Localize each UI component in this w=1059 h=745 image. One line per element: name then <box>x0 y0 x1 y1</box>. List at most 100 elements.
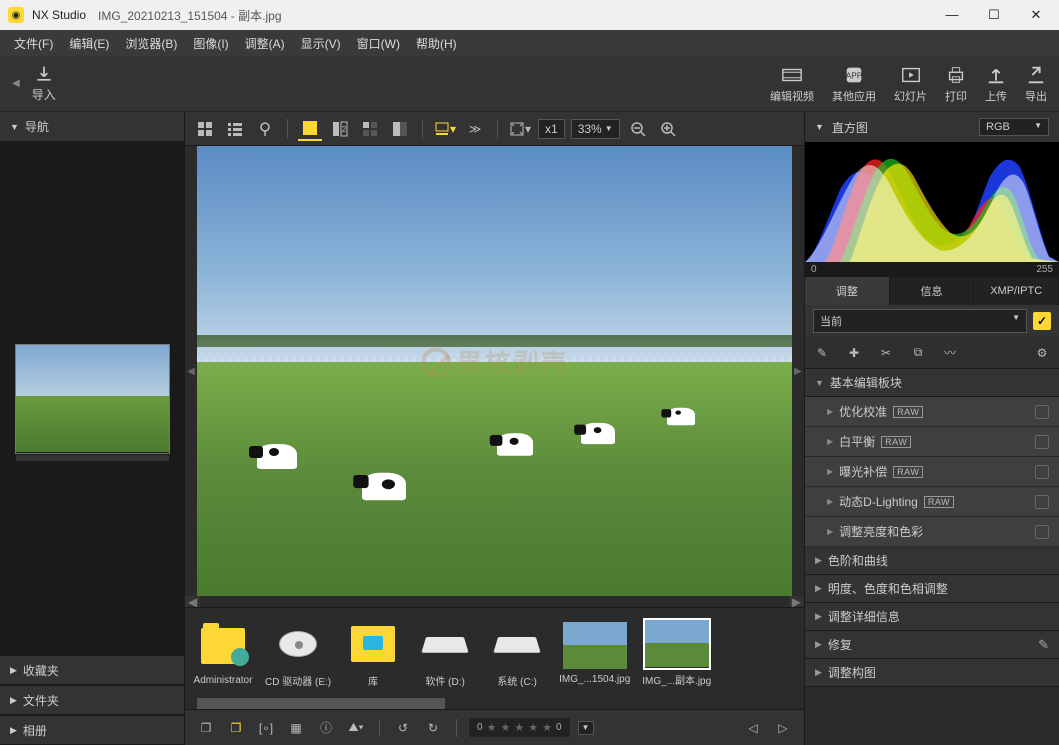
adj-checkbox[interactable] <box>1035 495 1049 509</box>
filmstrip-item[interactable]: 系统 (C:) <box>487 619 547 688</box>
next-image-icon[interactable]: ▷ <box>772 717 794 739</box>
filmstrip-scrollbar[interactable] <box>185 698 804 709</box>
export-button[interactable]: 导出 <box>1025 64 1047 104</box>
slideshow-button[interactable]: 幻灯片 <box>894 64 927 104</box>
tab-xmp[interactable]: XMP/IPTC <box>974 277 1059 305</box>
stack-back-icon[interactable]: ❐ <box>195 717 217 739</box>
other-app-button[interactable]: APP 其他应用 <box>832 64 876 104</box>
right-handle[interactable]: ▶ <box>792 146 804 596</box>
import-button[interactable]: 导入 <box>32 64 56 103</box>
preset-select[interactable]: 当前▼ <box>813 309 1027 333</box>
maximize-button[interactable]: ☐ <box>979 7 1009 23</box>
before-after-icon[interactable] <box>388 117 412 141</box>
tab-adjust[interactable]: 调整 <box>805 277 890 305</box>
menu-view[interactable]: 显示(V) <box>295 33 347 54</box>
filmstrip-item[interactable]: 库 <box>343 619 403 688</box>
star-icon[interactable]: ★ <box>514 721 524 734</box>
settings-gear-icon[interactable]: ⚙ <box>1033 344 1051 362</box>
navigator-scrollbar[interactable] <box>16 455 169 461</box>
filmstrip-item[interactable]: Administrator <box>193 621 253 686</box>
navigator[interactable] <box>0 142 184 655</box>
zoom-out-icon[interactable] <box>626 117 650 141</box>
albums-header[interactable]: ▶相册 <box>0 715 184 745</box>
left-collapse-icon[interactable]: ◀ <box>12 78 20 89</box>
close-button[interactable]: ✕ <box>1021 7 1051 23</box>
adj-checkbox[interactable] <box>1035 525 1049 539</box>
detail-header[interactable]: ▶调整详细信息 <box>805 603 1059 631</box>
adj-checkbox[interactable] <box>1035 435 1049 449</box>
menu-adjust[interactable]: 调整(A) <box>239 33 291 54</box>
nav-panel-header[interactable]: ▼ 导航 <box>0 112 184 142</box>
filmstrip-item[interactable]: IMG_...1504.jpg <box>559 622 630 685</box>
filmstrip-item[interactable]: CD 驱动器 (E:) <box>265 619 331 688</box>
single-view-icon[interactable] <box>298 117 322 141</box>
info-icon[interactable]: ⓘ <box>315 717 337 739</box>
upload-button[interactable]: 上传 <box>985 64 1007 104</box>
adj-exposure[interactable]: ▶曝光补偿RAW <box>805 457 1059 487</box>
zoom-in-icon[interactable] <box>656 117 680 141</box>
edit-icon[interactable]: ✎ <box>1038 637 1049 653</box>
compare-2-icon[interactable]: 2 <box>328 117 352 141</box>
menu-edit[interactable]: 编辑(E) <box>63 33 115 54</box>
favorites-header[interactable]: ▶收藏夹 <box>0 655 184 685</box>
menu-file[interactable]: 文件(F) <box>8 33 59 54</box>
more-view-icon[interactable]: ≫ <box>463 117 487 141</box>
image-h-scrollbar[interactable]: ◀▶ <box>185 596 804 607</box>
zoom-fit-select[interactable]: x1 <box>538 119 565 139</box>
histogram-header[interactable]: ▼ 直方图 RGB ▼ <box>805 112 1059 142</box>
filmstrip-item-selected[interactable]: IMG_...副本.jpg <box>642 620 711 687</box>
minimize-button[interactable]: ― <box>937 7 967 23</box>
curve-icon[interactable]: 〰 <box>941 344 959 362</box>
grid-overlay-icon[interactable]: ▦ <box>285 717 307 739</box>
filmstrip-row[interactable]: Administrator CD 驱动器 (E:) 库 软件 (D:) 系统 (… <box>185 608 804 698</box>
histogram-toggle-icon[interactable]: ⛰▾ <box>345 717 367 739</box>
levels-curves-header[interactable]: ▶色阶和曲线 <box>805 547 1059 575</box>
menu-window[interactable]: 窗口(W) <box>351 33 406 54</box>
color-label-picker[interactable]: ▼ <box>578 721 594 735</box>
stack-front-icon[interactable]: ❐ <box>225 717 247 739</box>
composition-header[interactable]: ▶调整构图 <box>805 659 1059 687</box>
basic-edit-header[interactable]: ▼基本编辑板块 <box>805 369 1059 397</box>
filmstrip-item[interactable]: 软件 (D:) <box>415 619 475 688</box>
zoom-percent-select[interactable]: 33%▼ <box>571 119 620 139</box>
lch-header[interactable]: ▶明度、色度和色相调整 <box>805 575 1059 603</box>
rotate-cw-icon[interactable]: ↻ <box>422 717 444 739</box>
retouch-header[interactable]: ▶修复✎ <box>805 631 1059 659</box>
eyedropper-icon[interactable]: ✎ <box>813 344 831 362</box>
rotate-ccw-icon[interactable]: ↺ <box>392 717 414 739</box>
left-handle[interactable]: ◀ <box>185 146 197 596</box>
histogram-mode-select[interactable]: RGB ▼ <box>979 118 1049 136</box>
straighten-icon[interactable]: ⧉ <box>909 344 927 362</box>
image-viewer[interactable]: 果核剥壳 <box>197 146 792 596</box>
focus-point-icon[interactable]: [∘] <box>255 717 277 739</box>
fit-screen-icon[interactable]: ▾ <box>508 117 532 141</box>
adj-picture-control[interactable]: ▶优化校准RAW <box>805 397 1059 427</box>
filmstrip-position-icon[interactable]: ▾ <box>433 117 457 141</box>
adj-checkbox[interactable] <box>1035 465 1049 479</box>
star-icon[interactable]: ★ <box>487 721 497 734</box>
prev-image-icon[interactable]: ◁ <box>742 717 764 739</box>
print-button[interactable]: 打印 <box>945 64 967 104</box>
heal-icon[interactable]: ✚ <box>845 344 863 362</box>
adj-brightness-color[interactable]: ▶调整亮度和色彩 <box>805 517 1059 547</box>
preset-enabled-toggle[interactable]: ✓ <box>1033 312 1051 330</box>
star-icon[interactable]: ★ <box>500 721 510 734</box>
adj-white-balance[interactable]: ▶白平衡RAW <box>805 427 1059 457</box>
rating-control[interactable]: 0 ★ ★ ★ ★ ★ 0 <box>469 718 570 737</box>
map-view-icon[interactable] <box>253 117 277 141</box>
menu-browser[interactable]: 浏览器(B) <box>119 33 183 54</box>
adj-checkbox[interactable] <box>1035 405 1049 419</box>
edit-video-button[interactable]: 编辑视频 <box>770 64 814 104</box>
compare-4-icon[interactable] <box>358 117 382 141</box>
tab-info[interactable]: 信息 <box>890 277 975 305</box>
folders-header[interactable]: ▶文件夹 <box>0 685 184 715</box>
menu-image[interactable]: 图像(I) <box>187 33 234 54</box>
list-view-icon[interactable] <box>223 117 247 141</box>
video-icon <box>781 64 803 86</box>
menu-help[interactable]: 帮助(H) <box>410 33 463 54</box>
star-icon[interactable]: ★ <box>528 721 538 734</box>
crop-icon[interactable]: ✂ <box>877 344 895 362</box>
star-icon[interactable]: ★ <box>542 721 552 734</box>
adj-dlighting[interactable]: ▶动态D-LightingRAW <box>805 487 1059 517</box>
grid-view-icon[interactable] <box>193 117 217 141</box>
